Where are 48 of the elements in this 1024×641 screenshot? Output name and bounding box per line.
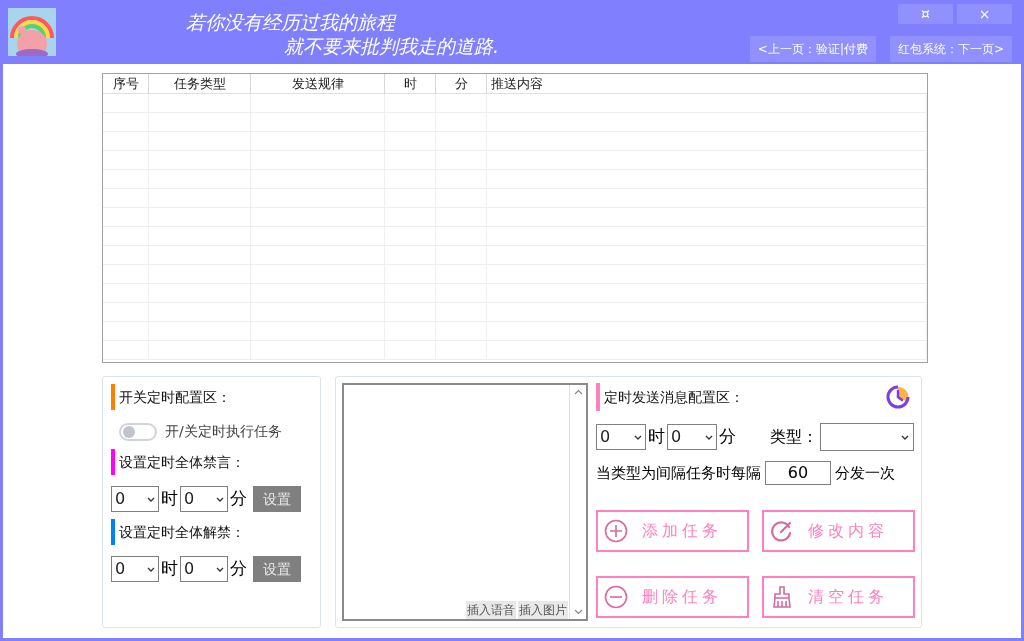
insert-button[interactable]: 插入图片 (518, 601, 568, 619)
section-title: 开关定时配置区： (119, 387, 231, 407)
interval-label: 当类型为间隔任务时每隔 (596, 462, 761, 484)
interval-field[interactable]: 60 (765, 461, 831, 485)
unit-label: 时 (161, 557, 178, 581)
column-header[interactable]: 任务类型 (149, 74, 251, 94)
column-header[interactable]: 时 (385, 74, 436, 94)
chevron-icon (901, 434, 909, 440)
chevron-icon (705, 434, 713, 440)
section-title: 设置定时全体解禁： (119, 522, 245, 542)
minus-icon (604, 585, 628, 609)
motto-line: 若你没有经历过我的旅程 (186, 10, 398, 34)
minute-dropdown[interactable]: 0 (667, 424, 717, 450)
clock-icon[interactable] (885, 384, 911, 410)
chevron-icon (147, 566, 155, 572)
column-header[interactable]: 序号 (103, 74, 149, 94)
section-title: 定时发送消息配置区： (604, 387, 744, 407)
chevron-icon (216, 496, 224, 502)
content-editor[interactable]: 插入语音 插入图片 (342, 383, 588, 621)
toggle-switch[interactable] (119, 422, 157, 441)
scroll-down-icon[interactable] (573, 609, 583, 615)
chevron-icon (147, 496, 155, 502)
type-dropdown[interactable] (820, 423, 914, 451)
chevron-icon (634, 434, 642, 440)
hour-dropdown[interactable]: 0 (111, 556, 159, 582)
unit-label: 分 (230, 557, 247, 581)
insert-button[interactable]: 插入语音 (466, 601, 516, 619)
type-label: 类型： (770, 426, 818, 448)
column-header[interactable]: 发送规律 (251, 74, 385, 94)
broom-icon (770, 585, 794, 609)
section-title: 设置定时全体禁言： (119, 452, 245, 472)
column-header[interactable]: 分 (436, 74, 487, 94)
minute-dropdown[interactable]: 0 (180, 556, 228, 582)
unit-label: 时 (161, 487, 178, 511)
edit-icon (770, 519, 794, 543)
switch-label: 开/关定时执行任务 (165, 422, 282, 441)
plus-icon (604, 519, 628, 543)
unit-label: 分 (230, 487, 247, 511)
column-header[interactable]: 推送内容 (487, 74, 927, 94)
unit-label: 分 (719, 425, 736, 449)
unit-label: 时 (648, 425, 665, 449)
minute-dropdown[interactable]: 0 (180, 486, 228, 512)
hour-dropdown[interactable]: 0 (596, 424, 646, 450)
hour-dropdown[interactable]: 0 (111, 486, 159, 512)
scroll-up-icon[interactable] (573, 389, 583, 395)
motto-line: 就不要来批判我走的道路. (283, 34, 500, 58)
interval-unit: 分发一次 (835, 462, 895, 484)
chevron-icon (216, 566, 224, 572)
